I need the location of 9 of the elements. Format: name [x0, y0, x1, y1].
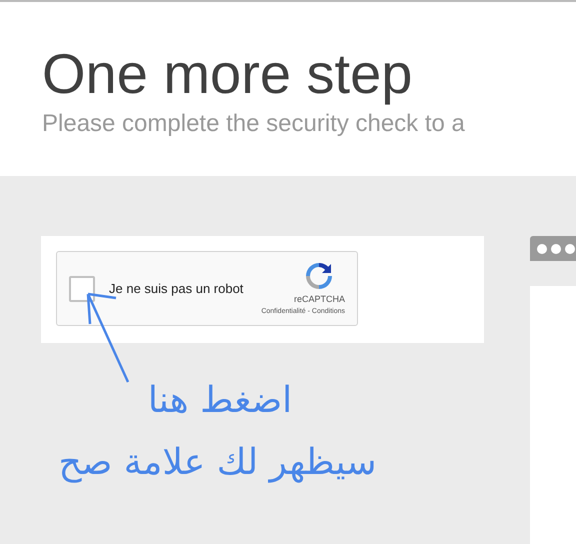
recaptcha-brand: reCAPTCHA: [294, 294, 345, 304]
more-dots-icon[interactable]: [536, 242, 576, 254]
annotation-text: اضغط هنا: [148, 379, 292, 423]
page-title: One more step: [42, 42, 412, 106]
annotation-text: سيظهر لك علامة صح: [58, 441, 376, 485]
checkbox-label: Je ne suis pas un robot: [109, 281, 244, 296]
recaptcha-logo-icon: [303, 260, 335, 292]
page-subtitle: Please complete the security check to a: [42, 110, 465, 138]
robot-checkbox[interactable]: [69, 276, 95, 302]
